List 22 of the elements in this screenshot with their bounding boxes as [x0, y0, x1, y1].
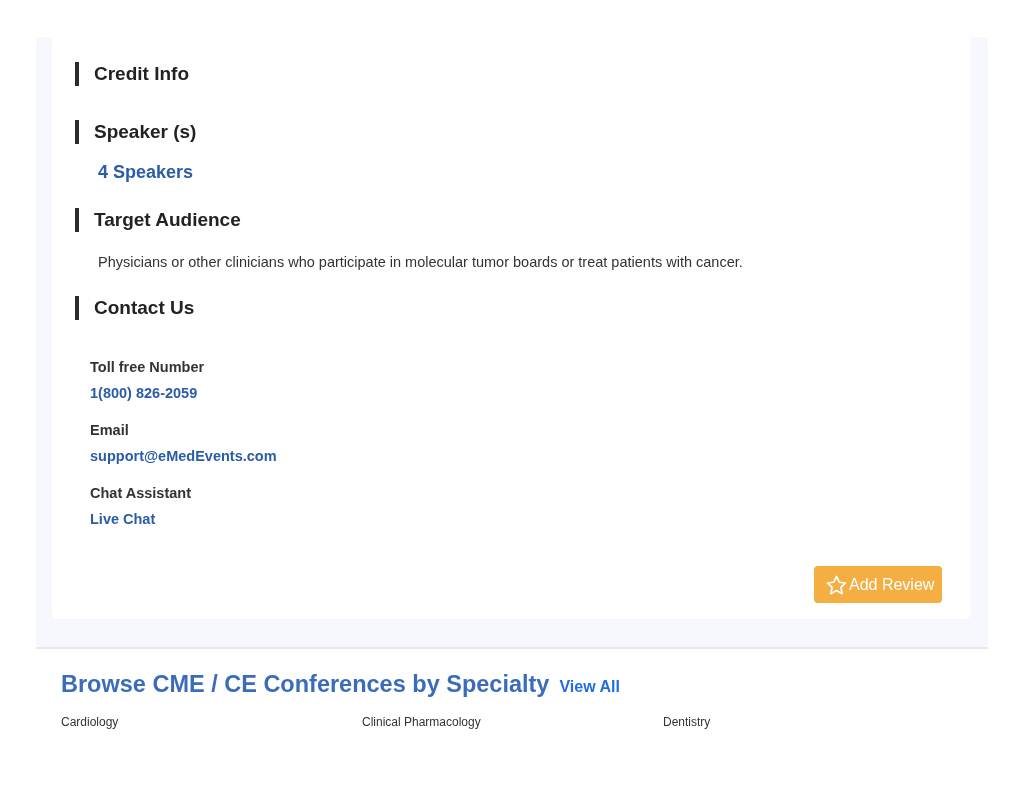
contact-label: Toll free Number: [90, 359, 205, 375]
contact-link[interactable]: 1(800) 826-2059: [90, 385, 198, 401]
section-heading: Speaker (s): [94, 120, 197, 144]
star-icon: [826, 574, 847, 595]
view-all-link[interactable]: View All: [559, 675, 620, 699]
contact-label: Email: [90, 422, 129, 438]
heading-bar: [75, 120, 79, 144]
speakers-link[interactable]: 4 Speakers: [98, 162, 194, 182]
specialty-link[interactable]: Dentistry: [663, 715, 711, 729]
audience-text: Physicians or other clinicians who participate in molecular tumor boards or treat patients with cancer.: [98, 254, 743, 270]
specialty-link[interactable]: Clinical Pharmacology: [362, 715, 481, 729]
contact-label: Chat Assistant: [90, 485, 191, 501]
heading-bar: [75, 208, 79, 232]
specialty-link[interactable]: Cardiology: [61, 715, 119, 729]
heading-bar: [75, 296, 79, 320]
section-heading: Target Audience: [94, 208, 241, 232]
section-title: Browse CME / CE Conferences by Specialty: [61, 670, 550, 699]
heading-bar: [75, 62, 79, 86]
contact-link[interactable]: support@eMedEvents.com: [90, 448, 277, 464]
contact-link[interactable]: Live Chat: [90, 511, 156, 527]
section-heading: Contact Us: [94, 296, 195, 320]
section-heading: Credit Info: [94, 62, 189, 86]
